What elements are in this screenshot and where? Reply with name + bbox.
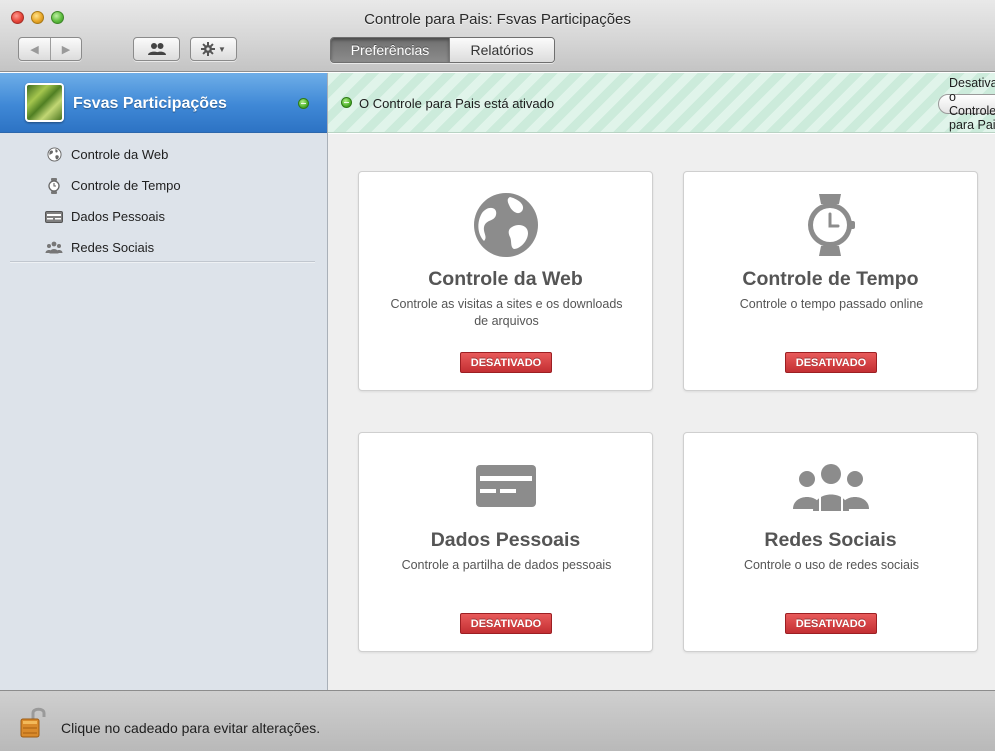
users-button[interactable] xyxy=(133,37,180,61)
sidebar-item-label: Controle de Tempo xyxy=(71,178,181,193)
main-content: Controle da Web Controle as visitas a si… xyxy=(328,134,995,690)
view-switcher: Preferências Relatórios xyxy=(330,37,555,63)
watch-icon xyxy=(807,194,855,256)
status-badge: DESATIVADO xyxy=(460,613,552,634)
sidebar-item-controle-da-web[interactable]: Controle da Web xyxy=(0,139,327,170)
sidebar-item-dados-pessoais[interactable]: Dados Pessoais xyxy=(0,201,327,232)
sidebar-item-label: Dados Pessoais xyxy=(71,209,165,224)
gear-icon xyxy=(201,42,216,56)
sidebar: Fsvas Participações Controle da Web Cont… xyxy=(0,73,328,690)
title-bar: Controle para Pais: Fsvas Participações … xyxy=(0,0,995,72)
card-description: Controle a partilha de dados pessoais xyxy=(401,558,612,572)
card-title: Dados Pessoais xyxy=(430,529,581,551)
status-badge: DESATIVADO xyxy=(460,352,552,373)
status-indicator xyxy=(341,97,352,108)
user-row[interactable]: Fsvas Participações xyxy=(0,73,327,133)
card-description: Controle o tempo passado online xyxy=(739,297,924,311)
chevron-left-icon: ◀ xyxy=(30,43,39,56)
tab-preferencias[interactable]: Preferências xyxy=(331,38,449,62)
chevron-right-icon: ▶ xyxy=(61,43,71,56)
status-text: O Controle para Pais está ativado xyxy=(359,96,555,111)
unlocked-padlock-icon xyxy=(20,707,46,738)
status-badge: DESATIVADO xyxy=(785,352,877,373)
parental-controls-status-bar: O Controle para Pais está ativado Desati… xyxy=(328,73,995,133)
status-badge: DESATIVADO xyxy=(785,613,877,634)
deactivate-parental-controls-button[interactable]: Desativar o Controle para Pais xyxy=(938,76,995,132)
dropdown-arrow-icon: ▼ xyxy=(218,44,226,54)
sidebar-divider xyxy=(10,261,315,262)
sidebar-item-label: Controle da Web xyxy=(71,147,169,162)
card-description: Controle o uso de redes sociais xyxy=(743,558,920,572)
footer-lock-hint: Clique no cadeado para evitar alterações… xyxy=(61,720,321,736)
card-icon xyxy=(45,210,63,224)
sidebar-item-redes-sociais[interactable]: Redes Sociais xyxy=(0,232,327,263)
action-menu-button[interactable]: ▼ xyxy=(190,37,237,61)
sidebar-item-label: Redes Sociais xyxy=(71,240,155,255)
forward-button[interactable]: ▶ xyxy=(49,38,81,60)
card-title: Controle da Web xyxy=(428,268,583,290)
tab-relatorios[interactable]: Relatórios xyxy=(449,38,554,62)
card-title: Controle de Tempo xyxy=(742,268,919,290)
people-icon xyxy=(45,241,63,255)
card-controle-da-web[interactable]: Controle da Web Controle as visitas a si… xyxy=(358,171,653,391)
back-button[interactable]: ◀ xyxy=(19,38,50,60)
card-controle-de-tempo[interactable]: Controle de Tempo Controle o tempo passa… xyxy=(683,171,978,391)
window-title: Controle para Pais: Fsvas Participações xyxy=(364,11,631,28)
globe-icon xyxy=(473,193,538,257)
lock-button[interactable] xyxy=(19,705,49,739)
card-redes-sociais[interactable]: Redes Sociais Controle o uso de redes so… xyxy=(683,432,978,652)
globe-icon xyxy=(45,147,63,162)
user-name: Fsvas Participações xyxy=(73,95,227,112)
back-forward-buttons: ◀ ▶ xyxy=(18,37,82,61)
card-dados-pessoais[interactable]: Dados Pessoais Controle a partilha de da… xyxy=(358,432,653,652)
card-description: Controle as visitas a sites e os downloa… xyxy=(390,297,623,328)
users-icon xyxy=(147,43,166,55)
sidebar-nav: Controle da Web Controle de Tempo Dados … xyxy=(0,139,327,263)
card-icon xyxy=(475,465,536,507)
user-status-indicator xyxy=(298,98,309,109)
sidebar-item-controle-de-tempo[interactable]: Controle de Tempo xyxy=(0,170,327,201)
footer-bar: Clique no cadeado para evitar alterações… xyxy=(0,690,995,751)
people-icon xyxy=(792,464,869,511)
watch-icon xyxy=(45,177,63,194)
avatar xyxy=(25,83,64,122)
card-title: Redes Sociais xyxy=(764,529,897,551)
